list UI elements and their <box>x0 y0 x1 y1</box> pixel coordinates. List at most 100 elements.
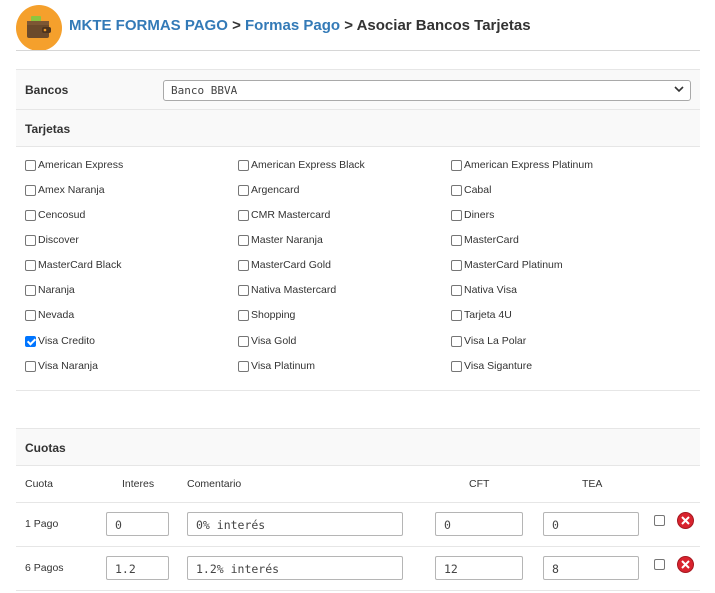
card-checkbox[interactable] <box>25 284 36 296</box>
table-divider <box>16 502 700 503</box>
breadcrumb-section-link[interactable]: Formas Pago <box>245 17 340 34</box>
row-select-checkbox[interactable] <box>654 559 665 570</box>
card-label: Visa Credito <box>38 335 96 347</box>
card-label: Visa Gold <box>251 335 297 347</box>
breadcrumb-separator: > <box>232 17 241 34</box>
card-option[interactable]: Discover <box>25 234 79 246</box>
card-option[interactable]: CMR Mastercard <box>238 209 330 221</box>
card-option[interactable]: Tarjeta 4U <box>451 309 512 321</box>
interes-input[interactable]: 0 <box>106 512 169 536</box>
card-checkbox[interactable] <box>238 209 249 221</box>
column-header-tea: TEA <box>582 478 603 490</box>
card-label: Visa Platinum <box>251 360 316 372</box>
card-checkbox[interactable] <box>25 259 36 271</box>
card-label: Naranja <box>38 284 75 296</box>
breadcrumb-root-link[interactable]: MKTE FORMAS PAGO <box>69 17 228 34</box>
card-option[interactable]: Amex Naranja <box>25 184 105 196</box>
card-checkbox[interactable] <box>25 234 36 246</box>
card-option[interactable]: Argencard <box>238 184 299 196</box>
card-option[interactable]: Visa Naranja <box>25 360 98 372</box>
card-option[interactable]: American Express Platinum <box>451 159 593 171</box>
card-checkbox[interactable] <box>451 259 462 271</box>
card-label: Visa Siganture <box>464 360 533 372</box>
page-title: Asociar Bancos Tarjetas <box>356 17 531 34</box>
card-option[interactable]: Master Naranja <box>238 234 323 246</box>
card-option[interactable]: Visa Platinum <box>238 360 315 372</box>
card-checkbox[interactable] <box>451 209 462 221</box>
card-option[interactable]: Visa Credito <box>25 335 95 347</box>
cuota-label: 6 Pagos <box>25 562 64 574</box>
tea-input[interactable]: 8 <box>543 556 639 580</box>
card-checkbox[interactable] <box>238 309 249 321</box>
table-divider <box>16 590 700 591</box>
breadcrumb-separator: > <box>344 17 353 34</box>
tea-input[interactable]: 0 <box>543 512 639 536</box>
card-checkbox[interactable] <box>25 209 36 221</box>
card-checkbox[interactable] <box>238 259 249 271</box>
cft-input[interactable]: 0 <box>435 512 523 536</box>
card-checkbox[interactable] <box>451 284 462 296</box>
page-header: MKTE FORMAS PAGO > Formas Pago > Asociar… <box>0 0 715 52</box>
card-option[interactable]: Nevada <box>25 309 74 321</box>
card-label: Nevada <box>38 309 75 321</box>
bank-row: Bancos Banco BBVA <box>16 69 700 109</box>
card-option[interactable]: MasterCard Black <box>25 259 121 271</box>
card-checkbox[interactable] <box>25 159 36 171</box>
card-checkbox[interactable] <box>238 234 249 246</box>
card-checkbox[interactable] <box>238 360 249 372</box>
card-option[interactable]: Visa Gold <box>238 335 296 347</box>
card-label: Nativa Visa <box>464 284 517 296</box>
column-header-cuota: Cuota <box>25 478 54 490</box>
card-option[interactable]: MasterCard <box>451 234 519 246</box>
column-header-cft: CFT <box>469 478 490 490</box>
card-label: MasterCard Black <box>38 259 122 271</box>
card-label: Diners <box>464 209 495 221</box>
card-label: Discover <box>38 234 79 246</box>
card-option[interactable]: American Express <box>25 159 123 171</box>
card-label: MasterCard Gold <box>251 259 331 271</box>
card-checkbox[interactable] <box>451 309 462 321</box>
card-checkbox[interactable] <box>238 284 249 296</box>
card-option[interactable]: Shopping <box>238 309 295 321</box>
card-checkbox[interactable] <box>238 335 249 347</box>
bank-select-value: Banco BBVA <box>171 84 238 97</box>
card-checkbox[interactable] <box>25 360 36 372</box>
cards-checklist: American Express American Express Black Am… <box>16 147 700 391</box>
bank-label: Bancos <box>25 83 69 97</box>
card-option[interactable]: American Express Black <box>238 159 365 171</box>
cft-input[interactable]: 12 <box>435 556 523 580</box>
card-label: Argencard <box>251 184 300 196</box>
row-select-checkbox[interactable] <box>654 515 665 526</box>
cuota-label: 1 Pago <box>25 518 59 530</box>
card-checkbox[interactable] <box>451 184 462 196</box>
column-header-comentario: Comentario <box>187 478 242 490</box>
card-label: Cencosud <box>38 209 86 221</box>
card-option[interactable]: Cencosud <box>25 209 85 221</box>
card-option[interactable]: Nativa Mastercard <box>238 284 336 296</box>
delete-x-icon[interactable] <box>677 512 694 529</box>
card-checkbox[interactable] <box>25 184 36 196</box>
card-option[interactable]: MasterCard Gold <box>238 259 331 271</box>
card-checkbox[interactable] <box>25 335 36 347</box>
card-option[interactable]: Cabal <box>451 184 491 196</box>
card-label: CMR Mastercard <box>251 209 331 221</box>
card-label: Visa La Polar <box>464 335 527 347</box>
card-checkbox[interactable] <box>238 184 249 196</box>
card-option[interactable]: MasterCard Platinum <box>451 259 563 271</box>
card-checkbox[interactable] <box>238 159 249 171</box>
delete-x-icon[interactable] <box>677 556 694 573</box>
card-option[interactable]: Diners <box>451 209 494 221</box>
card-option[interactable]: Nativa Visa <box>451 284 517 296</box>
card-checkbox[interactable] <box>451 360 462 372</box>
interes-input[interactable]: 1.2 <box>106 556 169 580</box>
card-option[interactable]: Naranja <box>25 284 75 296</box>
card-checkbox[interactable] <box>451 335 462 347</box>
card-checkbox[interactable] <box>25 309 36 321</box>
card-option[interactable]: Visa La Polar <box>451 335 526 347</box>
card-option[interactable]: Visa Siganture <box>451 360 532 372</box>
card-checkbox[interactable] <box>451 159 462 171</box>
bank-select[interactable]: Banco BBVA <box>163 80 691 101</box>
comentario-input[interactable]: 0% interés <box>187 512 403 536</box>
comentario-input[interactable]: 1.2% interés <box>187 556 403 580</box>
card-checkbox[interactable] <box>451 234 462 246</box>
